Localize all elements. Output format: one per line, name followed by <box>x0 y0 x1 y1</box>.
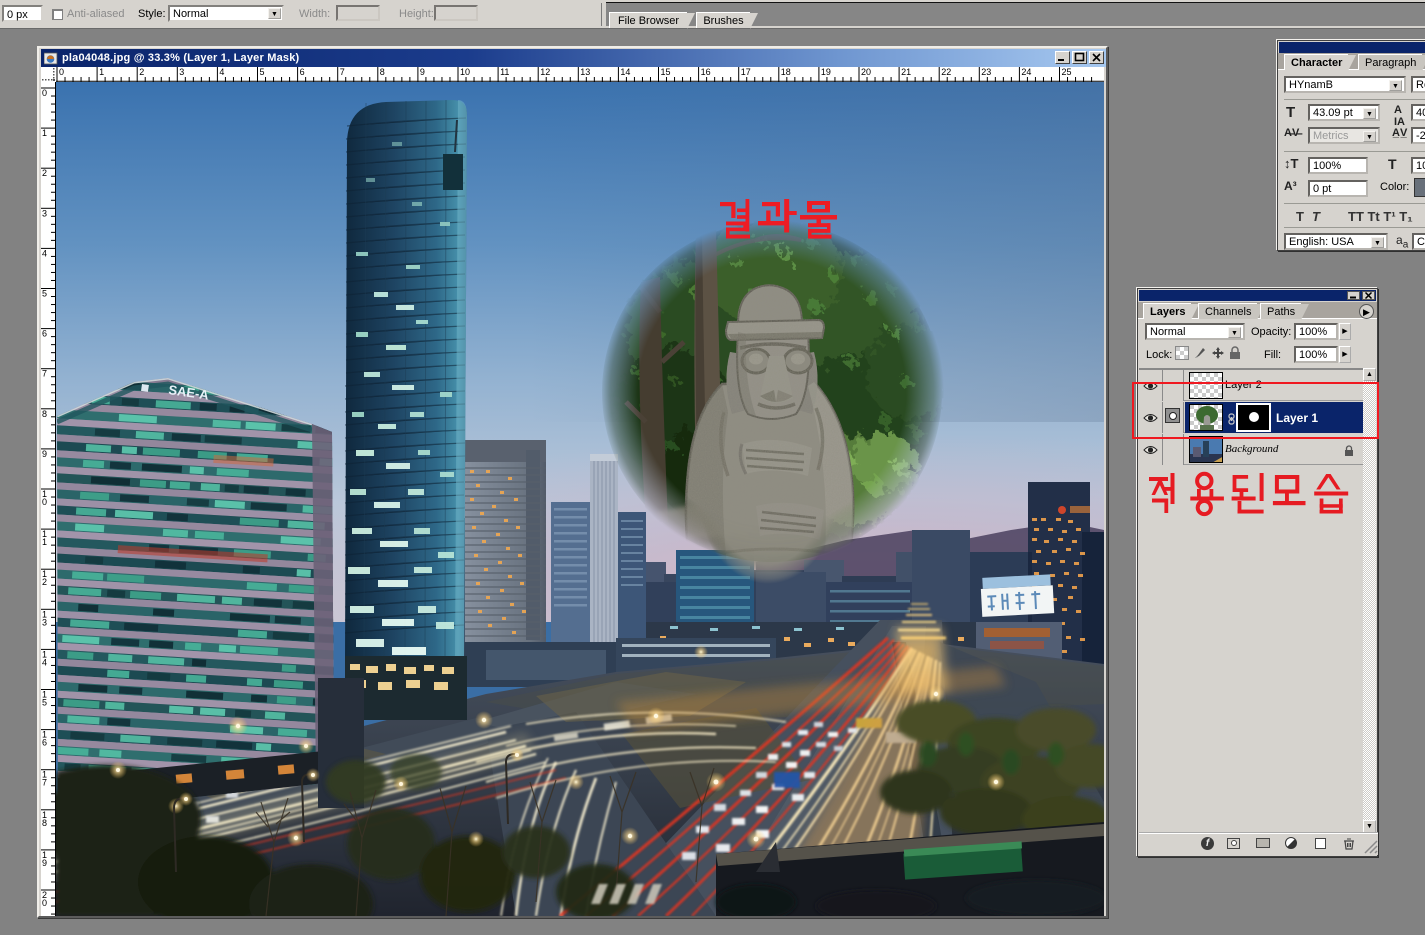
svg-text:4: 4 <box>42 248 47 258</box>
svg-text:1: 1 <box>99 67 104 77</box>
svg-text:20: 20 <box>861 67 871 77</box>
svg-text:4: 4 <box>219 67 224 77</box>
svg-text:15: 15 <box>661 67 671 77</box>
svg-text:6: 6 <box>300 67 305 77</box>
svg-text:3: 3 <box>42 617 47 627</box>
svg-text:8: 8 <box>42 409 47 419</box>
svg-text:9: 9 <box>42 858 47 868</box>
svg-text:25: 25 <box>1062 67 1072 77</box>
svg-text:19: 19 <box>821 67 831 77</box>
svg-text:1: 1 <box>42 537 47 547</box>
svg-text:1: 1 <box>42 128 47 138</box>
svg-text:6: 6 <box>42 329 47 339</box>
svg-text:17: 17 <box>741 67 751 77</box>
svg-text:0: 0 <box>42 497 47 507</box>
svg-text:18: 18 <box>781 67 791 77</box>
svg-text:21: 21 <box>901 67 911 77</box>
svg-text:13: 13 <box>580 67 590 77</box>
svg-text:7: 7 <box>42 778 47 788</box>
svg-text:9: 9 <box>42 449 47 459</box>
svg-text:11: 11 <box>500 67 509 77</box>
svg-text:3: 3 <box>179 67 184 77</box>
svg-text:2: 2 <box>42 168 47 178</box>
svg-text:10: 10 <box>460 67 470 77</box>
svg-text:0: 0 <box>42 88 47 98</box>
svg-text:8: 8 <box>380 67 385 77</box>
svg-text:24: 24 <box>1021 67 1031 77</box>
svg-text:6: 6 <box>42 738 47 748</box>
svg-text:3: 3 <box>42 208 47 218</box>
svg-text:2: 2 <box>42 577 47 587</box>
svg-text:0: 0 <box>59 67 64 77</box>
svg-text:0: 0 <box>42 898 47 908</box>
svg-text:7: 7 <box>340 67 345 77</box>
svg-text:23: 23 <box>981 67 991 77</box>
svg-text:5: 5 <box>260 67 265 77</box>
svg-text:22: 22 <box>941 67 951 77</box>
svg-text:5: 5 <box>42 698 47 708</box>
svg-text:9: 9 <box>420 67 425 77</box>
svg-text:4: 4 <box>42 657 47 667</box>
svg-text:12: 12 <box>540 67 550 77</box>
svg-text:2: 2 <box>139 67 144 77</box>
svg-text:16: 16 <box>701 67 711 77</box>
svg-text:7: 7 <box>42 369 47 379</box>
svg-text:14: 14 <box>620 67 630 77</box>
svg-text:5: 5 <box>42 289 47 299</box>
svg-text:8: 8 <box>42 818 47 828</box>
